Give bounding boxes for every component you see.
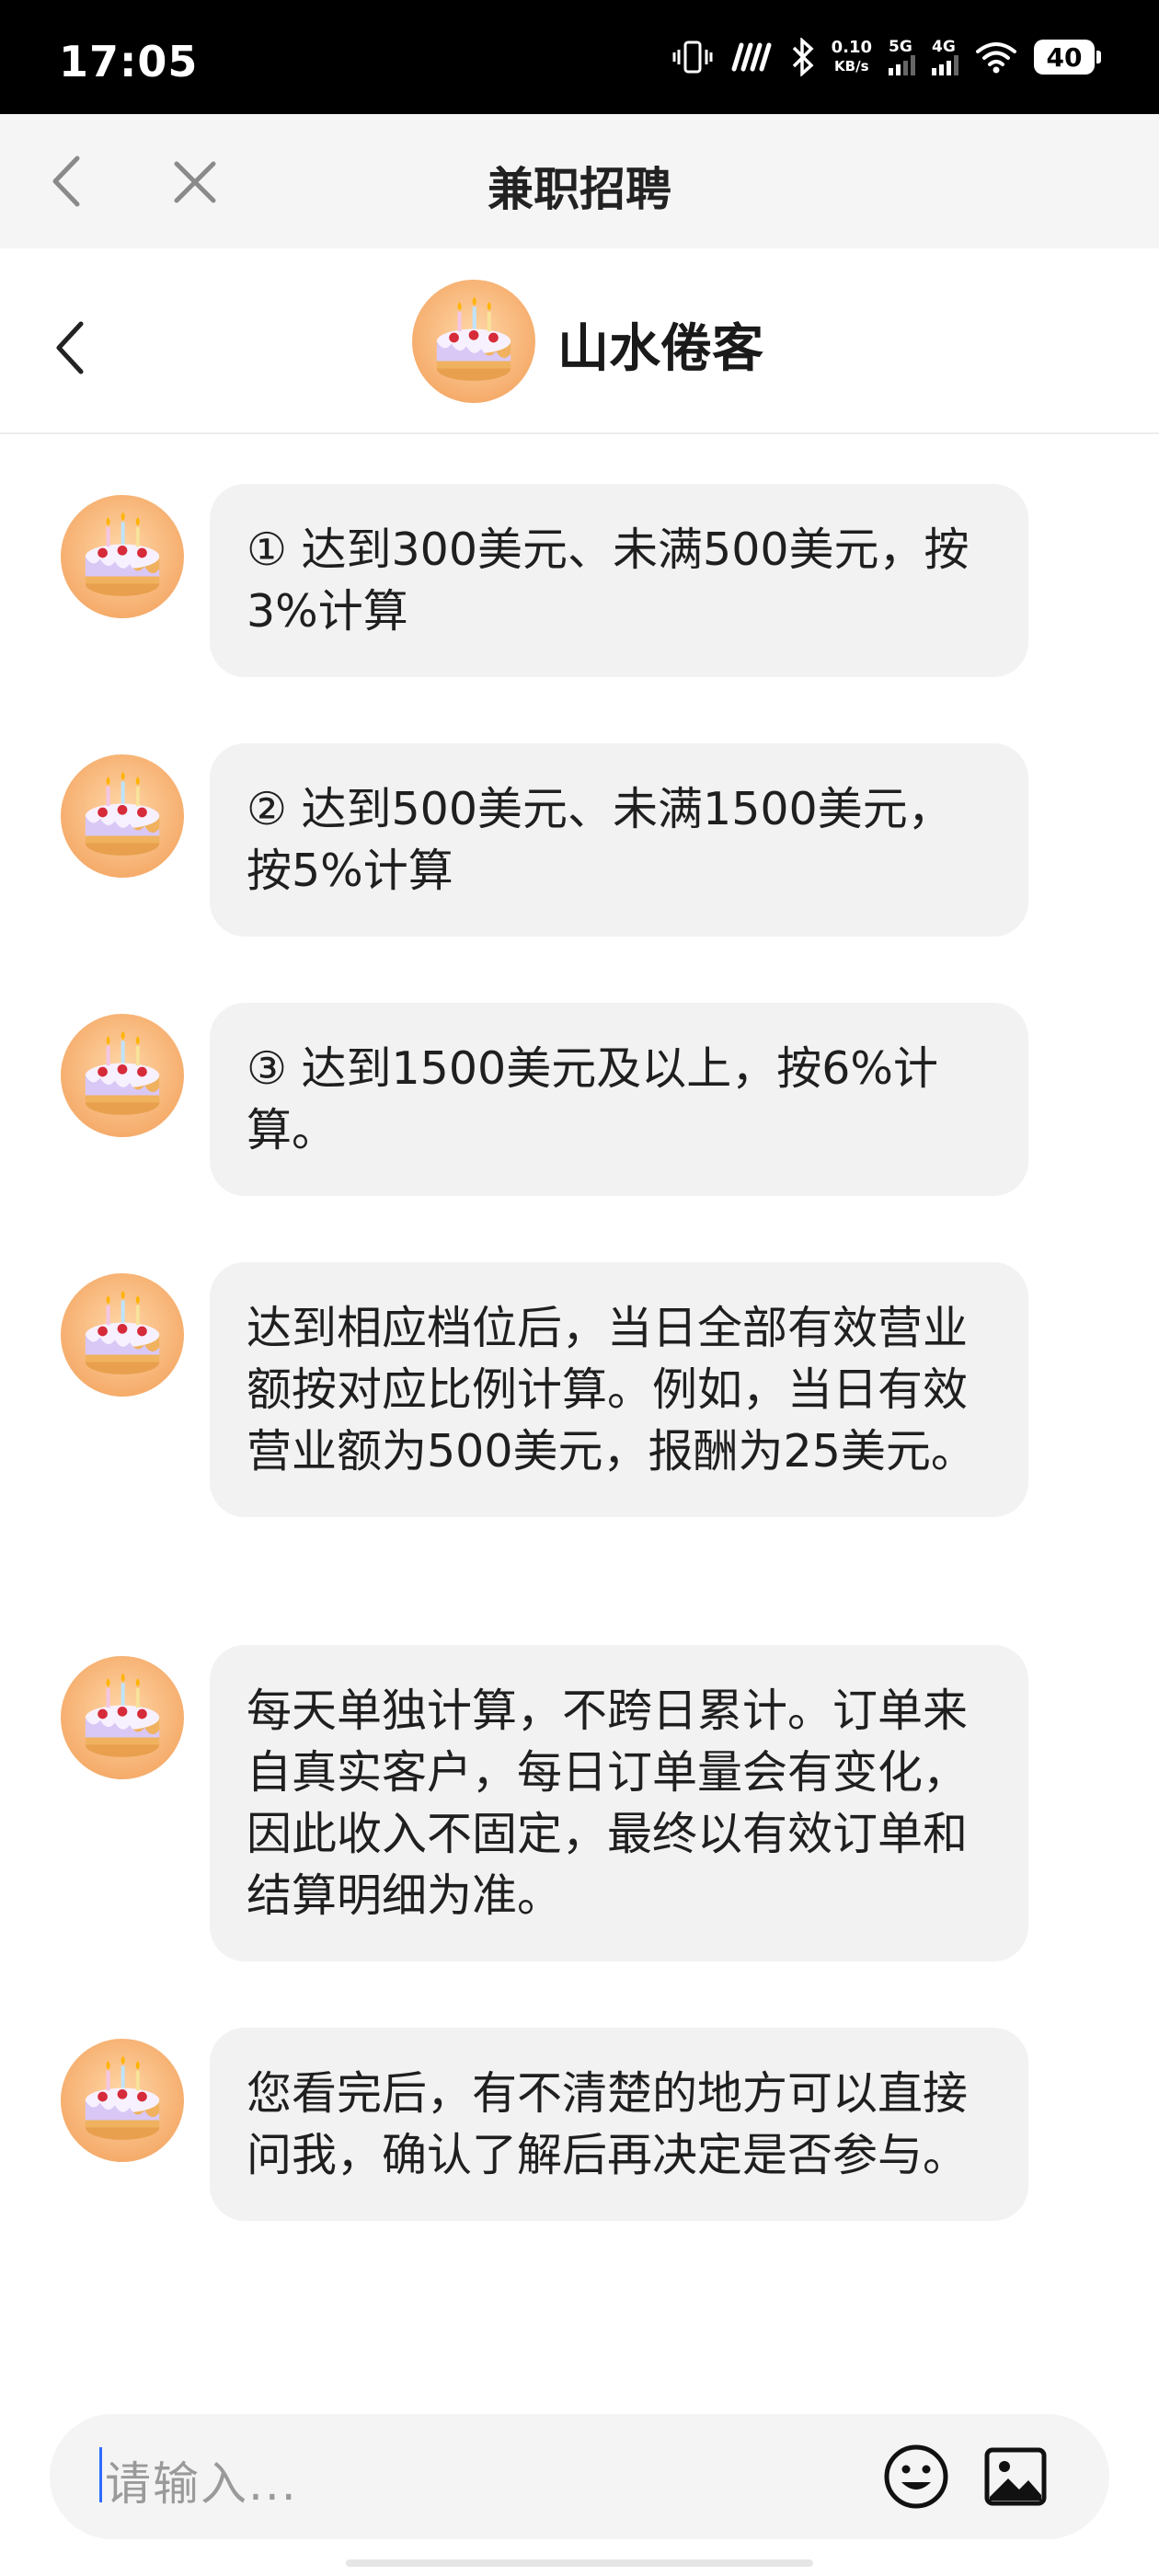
home-indicator[interactable] — [346, 2559, 813, 2567]
network-speed: 0.10 KB/s — [832, 39, 872, 75]
message-bubble[interactable]: ① 达到300美元、未满500美元，按3%计算 — [210, 484, 1028, 677]
sender-avatar[interactable] — [61, 1656, 184, 1779]
signal-4g-label: 4G — [932, 38, 956, 56]
chevron-left-icon — [56, 321, 84, 374]
sender-avatar[interactable] — [61, 495, 184, 618]
sender-avatar[interactable] — [61, 754, 184, 878]
message-bubble[interactable]: ③ 达到1500美元及以上，按6%计算。 — [210, 1003, 1028, 1196]
net-speed-unit: KB/s — [834, 58, 869, 75]
image-icon — [984, 2447, 1047, 2506]
message-bubble[interactable]: ② 达到500美元、未满1500美元，按5%计算 — [210, 743, 1028, 937]
battery-icon: 40 — [1034, 40, 1101, 75]
message-input[interactable]: 请输入... — [105, 2447, 298, 2513]
signal-5g-icon: 5G — [889, 39, 915, 75]
message-bubble[interactable]: 每天单独计算，不跨日累计。订单来自真实客户，每日订单量会有变化，因此收入不固定，… — [210, 1645, 1028, 1961]
message-bubble[interactable]: 您看完后，有不清楚的地方可以直接问我，确认了解后再决定是否参与。 — [210, 2028, 1028, 2221]
message-bubble[interactable]: 达到相应档位后，当日全部有效营业额按对应比例计算。例如，当日有效营业额为500美… — [210, 1262, 1028, 1517]
status-time: 17:05 — [59, 37, 199, 86]
sender-avatar[interactable] — [61, 1273, 184, 1397]
image-button[interactable] — [981, 2442, 1050, 2512]
message-list[interactable]: ① 达到300美元、未满500美元，按3%计算 ② 达到500美元、未满1500… — [0, 434, 1159, 2403]
chat-header: 山水倦客 — [0, 248, 1159, 434]
bluetooth-icon — [791, 38, 815, 76]
status-bar: 17:05 0.10 KB/s 5G 4G 40 — [0, 0, 1159, 114]
nfc-icon — [730, 41, 775, 73]
message-input-bar: 请输入... — [50, 2414, 1109, 2539]
wifi-icon — [975, 40, 1017, 74]
emoji-button[interactable] — [881, 2442, 951, 2512]
status-icons: 0.10 KB/s 5G 4G 40 — [671, 31, 1101, 83]
vibrate-icon — [671, 39, 714, 75]
contact-avatar[interactable] — [412, 280, 535, 403]
signal-5g-label: 5G — [889, 38, 912, 56]
text-caret — [99, 2447, 102, 2502]
sender-avatar[interactable] — [61, 1014, 184, 1137]
sender-avatar[interactable] — [61, 2039, 184, 2162]
net-speed-value: 0.10 — [831, 38, 872, 57]
smiley-icon — [884, 2444, 948, 2509]
contact-name: 山水倦客 — [557, 319, 763, 379]
web-header: 兼职招聘 — [0, 114, 1159, 248]
signal-4g-icon: 4G — [932, 39, 958, 75]
page-title: 兼职招聘 — [488, 163, 671, 216]
chat-back-button[interactable] — [52, 318, 88, 377]
